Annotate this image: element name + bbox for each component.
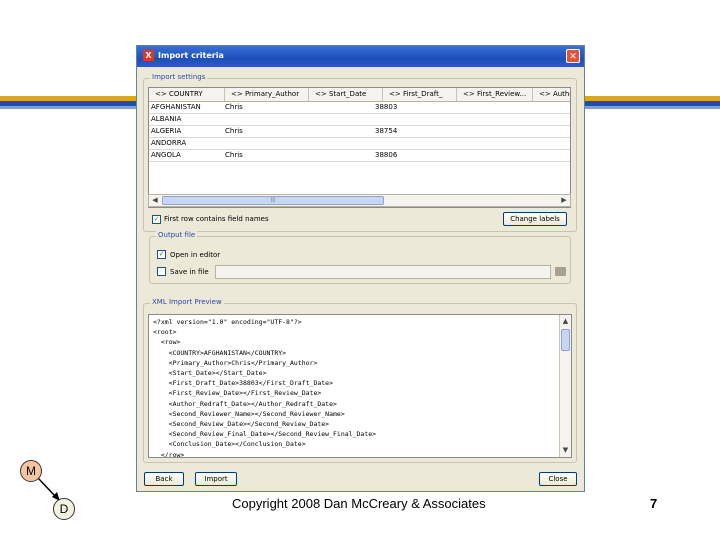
scroll-thumb[interactable]: ||| (162, 196, 384, 205)
table-cell: ALBANIA (151, 115, 182, 123)
dialog-close-button[interactable]: ✕ (566, 49, 580, 63)
table-cell: Chris (225, 103, 243, 111)
xml-preview-title: XML Import Preview (150, 298, 224, 306)
xml-line: <root> (153, 328, 177, 337)
folder-icon[interactable] (555, 267, 566, 276)
xml-line: <First_Review_Date></First_Review_Date> (153, 389, 322, 398)
column-header[interactable]: <> Primary_Author (225, 88, 309, 101)
import-criteria-dialog: X Import criteria ✕ Import settings <> C… (136, 45, 585, 492)
save-in-file-label: Save in file (170, 268, 209, 276)
open-in-editor-checkbox[interactable]: ✓ (157, 250, 166, 259)
output-file-title: Output file (156, 231, 198, 239)
app-icon: X (143, 50, 154, 61)
copyright-text: Copyright 2008 Dan McCreary & Associates (232, 496, 486, 511)
node-d: D (53, 498, 75, 520)
table-row[interactable]: ALGERIA Chris 38754 (149, 126, 570, 138)
xml-line: <Primary_Author>Chris</Primary_Author> (153, 358, 318, 367)
scroll-up-arrow-icon[interactable]: ▲ (560, 316, 571, 327)
xml-line: <Second_Review_Date></Second_Review_Date… (153, 420, 330, 428)
open-in-editor-label: Open in editor (170, 251, 221, 259)
column-header[interactable]: <> Author_R (533, 88, 570, 101)
table-cell: ANDORRA (151, 139, 187, 147)
column-header[interactable]: <> First_Draft_ (383, 88, 457, 101)
table-cell: Chris (225, 151, 243, 159)
table-cell: Chris (225, 127, 243, 135)
xml-line: <Second_Reviewer_Name></Second_Reviewer_… (153, 409, 345, 418)
xml-line: <Author_Redraft_Date></Author_Redraft_Da… (153, 399, 337, 408)
xml-vertical-scrollbar[interactable]: ▲ ▼ (559, 315, 571, 457)
xml-scroll-thumb[interactable] (561, 329, 570, 351)
table-row[interactable]: ANDORRA (149, 138, 570, 150)
table-row[interactable]: AFGHANISTAN Chris 38803 (149, 102, 570, 114)
dialog-title: Import criteria (158, 51, 224, 60)
scroll-left-arrow-icon[interactable]: ◀ (149, 195, 161, 206)
xml-line: <Conclusion_Date></Conclusion_Date> (153, 440, 306, 449)
xml-preview-area[interactable]: <?xml version="1.0" encoding="UTF-8"?> <r… (148, 314, 572, 458)
table-header: <> COUNTRY <> Primary_Author <> Start_Date… (149, 88, 570, 102)
xml-line: <COUNTRY>AFGHANISTAN</COUNTRY> (153, 348, 287, 357)
import-data-table[interactable]: <> COUNTRY <> Primary_Author <> Start_Date… (148, 87, 571, 208)
table-cell: AFGHANISTAN (151, 103, 201, 111)
scroll-right-arrow-icon[interactable]: ▶ (558, 195, 570, 206)
output-file-path-input[interactable] (215, 265, 551, 279)
column-header[interactable]: <> Start_Date (309, 88, 383, 101)
xml-line: <Start_Date></Start_Date> (153, 369, 267, 377)
column-header[interactable]: <> First_Review... (457, 88, 533, 101)
back-button[interactable]: Back (144, 472, 184, 486)
table-cell: ALGERIA (151, 127, 182, 135)
table-row[interactable]: ALBANIA (149, 114, 570, 126)
first-row-checkbox[interactable]: ✓ (152, 215, 161, 224)
first-row-label: First row contains field names (164, 215, 269, 223)
xml-line: <row> (153, 338, 181, 347)
node-m: M (20, 460, 42, 482)
import-settings-title: Import settings (150, 73, 208, 81)
xml-line: </row> (153, 450, 185, 458)
table-horizontal-scrollbar[interactable]: ◀ ||| ▶ (148, 194, 571, 207)
xml-line: <Second_Review_Final_Date></Second_Revie… (153, 430, 377, 439)
xml-line: <First_Draft_Date>38803</First_Draft_Dat… (153, 379, 334, 388)
dialog-titlebar[interactable]: X Import criteria ✕ (137, 46, 584, 67)
xml-line: <?xml version="1.0" encoding="UTF-8"?> (153, 318, 302, 326)
scroll-down-arrow-icon[interactable]: ▼ (560, 445, 571, 456)
table-cell: 38754 (375, 127, 398, 135)
save-in-file-checkbox[interactable] (157, 267, 166, 276)
table-cell: 38806 (375, 151, 398, 159)
change-labels-button[interactable]: Change labels (503, 212, 567, 226)
column-header[interactable]: <> COUNTRY (149, 88, 225, 101)
page-number: 7 (650, 496, 658, 511)
import-button[interactable]: Import (195, 472, 237, 486)
close-button[interactable]: Close (539, 472, 577, 486)
table-row[interactable]: ANGOLA Chris 38806 (149, 150, 570, 162)
table-cell: 38803 (375, 103, 398, 111)
table-cell: ANGOLA (151, 151, 181, 159)
